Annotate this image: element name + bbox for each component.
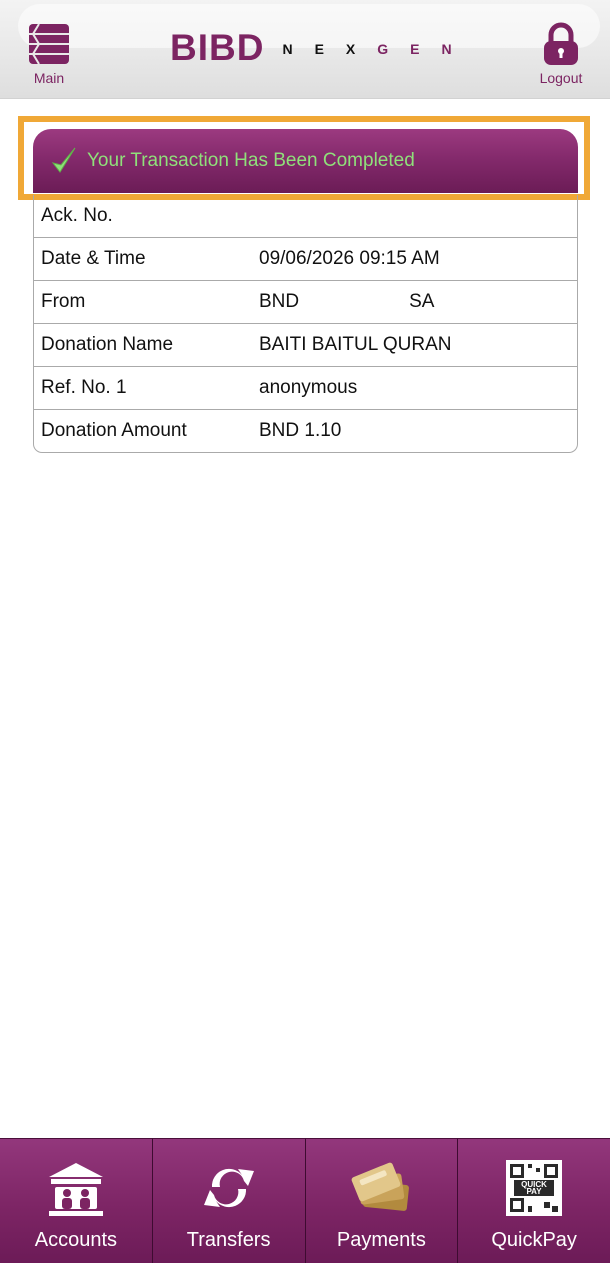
brand-name: BIBD (170, 27, 265, 68)
table-row: Date & Time 09/06/2026 09:15 AM (34, 237, 577, 280)
row-value: BND 1.10 (259, 420, 342, 441)
logout-button[interactable]: Logout (526, 22, 596, 92)
row-value: anonymous (259, 377, 358, 398)
refresh-arrows-icon (203, 1168, 254, 1208)
brand-logo: BIBD NEXGEN (170, 26, 474, 70)
nav-label: Transfers (186, 1229, 271, 1251)
row-value: BAITI BAITUL QURAN (259, 334, 452, 355)
row-label: Date & Time (41, 248, 146, 269)
nav-accounts[interactable]: Accounts (0, 1138, 152, 1263)
row-label: From (41, 291, 86, 312)
menu-icon (29, 23, 69, 65)
table-row: From BND SA (34, 280, 577, 323)
table-row: Donation Amount BND 1.10 (34, 409, 577, 452)
table-row: Donation Name BAITI BAITUL QURAN (34, 323, 577, 366)
app-header: Main BIBD NEXGEN Logout (0, 0, 610, 99)
from-currency: BND (259, 291, 300, 312)
brand-subtitle: NEXGEN (282, 41, 474, 57)
svg-text:PAY: PAY (527, 1187, 543, 1196)
row-label: Ref. No. 1 (41, 377, 127, 398)
checkmark-icon (51, 147, 76, 173)
bottom-nav: Accounts Transfers Payments QUICK PAY Qu… (0, 1138, 610, 1263)
logout-label: Logout (539, 70, 583, 86)
row-value: BND SA (259, 291, 577, 313)
row-label: Ack. No. (41, 205, 113, 226)
row-label: Donation Name (41, 334, 174, 355)
main-label: Main (33, 70, 65, 86)
nav-quickpay[interactable]: QUICK PAY QuickPay (457, 1138, 610, 1263)
transaction-details-table: Ack. No. Date & Time 09/06/2026 09:15 AM… (33, 195, 578, 453)
success-message: Your Transaction Has Been Completed (87, 150, 415, 171)
row-label: Donation Amount (41, 420, 187, 441)
main-menu-button[interactable]: Main (14, 22, 84, 92)
nav-transfers[interactable]: Transfers (151, 1138, 305, 1263)
from-account-type: SA (409, 291, 435, 312)
table-row: Ref. No. 1 anonymous (34, 366, 577, 409)
success-banner: Your Transaction Has Been Completed (33, 129, 578, 193)
cards-icon (352, 1162, 410, 1211)
nav-label: QuickPay (491, 1229, 577, 1251)
nav-payments[interactable]: Payments (304, 1138, 458, 1263)
nav-label: Payments (336, 1229, 426, 1251)
bank-icon (48, 1163, 103, 1216)
row-value: 09/06/2026 09:15 AM (259, 248, 440, 269)
table-row: Ack. No. (34, 195, 577, 237)
lock-icon (544, 22, 578, 65)
qr-code-icon: QUICK PAY (506, 1160, 563, 1216)
nav-label: Accounts (34, 1229, 117, 1251)
